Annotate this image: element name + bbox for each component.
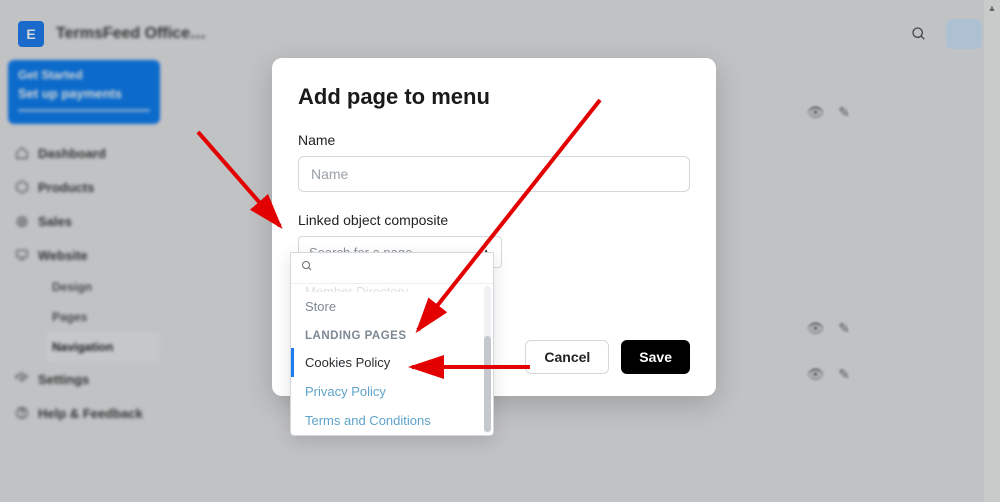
search-icon	[301, 260, 313, 272]
linked-object-dropdown: Member Directory Store LANDING PAGES Coo…	[290, 252, 494, 436]
linked-object-label: Linked object composite	[298, 212, 690, 228]
name-label: Name	[298, 132, 690, 148]
save-button[interactable]: Save	[621, 340, 690, 374]
dropdown-item-terms-and-conditions[interactable]: Terms and Conditions	[291, 406, 493, 435]
dropdown-item-partial[interactable]: Member Directory	[291, 284, 493, 292]
dropdown-item-store[interactable]: Store	[291, 292, 493, 321]
dropdown-scroll-thumb[interactable]	[484, 336, 491, 432]
dropdown-section-landing-pages: LANDING PAGES	[291, 321, 493, 348]
cancel-button[interactable]: Cancel	[525, 340, 609, 374]
name-input[interactable]	[298, 156, 690, 192]
dropdown-item-cookies-policy[interactable]: Cookies Policy	[291, 348, 493, 377]
dropdown-search[interactable]	[291, 253, 493, 284]
modal-title: Add page to menu	[298, 84, 690, 110]
dropdown-item-privacy-policy[interactable]: Privacy Policy	[291, 377, 493, 406]
